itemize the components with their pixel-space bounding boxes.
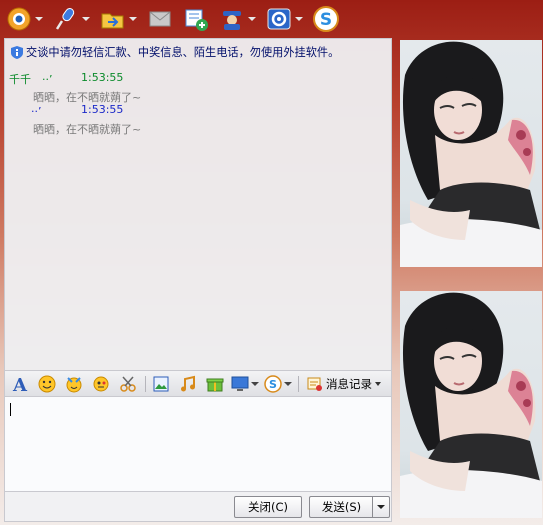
screenshot-button[interactable]: [117, 374, 139, 394]
music-icon: [181, 375, 195, 391]
chevron-down-icon[interactable]: [82, 17, 90, 21]
send-file-button[interactable]: [100, 3, 137, 35]
smiley-icon: [38, 375, 56, 392]
chevron-down-icon[interactable]: [295, 17, 303, 21]
portrait-illustration: [400, 291, 542, 518]
nudge-icon: [93, 376, 109, 391]
webcam-button[interactable]: [6, 3, 43, 35]
chevron-down-icon[interactable]: [129, 17, 137, 21]
toolbar-divider: [298, 375, 299, 392]
music-button[interactable]: [177, 374, 199, 394]
format-toolbar: A S 消息记录: [4, 371, 392, 397]
monitor-icon: [231, 376, 249, 391]
folder-send-icon: [100, 6, 126, 32]
emoji-button[interactable]: [36, 374, 58, 394]
message-sender: ··’: [9, 105, 42, 118]
image-icon: [153, 376, 169, 391]
history-icon: [307, 377, 322, 391]
chevron-down-icon: [375, 381, 381, 386]
chevron-down-icon: [377, 505, 385, 509]
message-input[interactable]: [4, 397, 392, 492]
email-icon: [147, 6, 173, 32]
chevron-down-icon[interactable]: [248, 17, 256, 21]
chat-history[interactable]: 交谈中请勿轻信汇款、中奖信息、陌生电话，勿使用外挂软件。 千千 ··’ 1:53…: [4, 38, 392, 371]
webcam-icon: [6, 6, 32, 32]
agent-button[interactable]: [219, 3, 256, 35]
soso-button[interactable]: S: [313, 3, 339, 35]
toolbar-divider: [145, 375, 146, 392]
send-button-label: 发送(S): [321, 500, 362, 514]
close-button-label: 关闭(C): [247, 500, 288, 514]
nudge-button[interactable]: [90, 374, 112, 394]
email-button[interactable]: [147, 3, 173, 35]
soso-icon: S: [313, 6, 339, 32]
voice-button[interactable]: [53, 3, 90, 35]
magic-emoji-button[interactable]: [63, 374, 85, 394]
scissors-icon: [120, 376, 136, 392]
soso-icon: S: [264, 374, 282, 393]
chevron-down-icon[interactable]: [35, 17, 43, 21]
font-icon: A: [12, 375, 28, 393]
main-toolbar: S: [0, 0, 543, 38]
message-sender: 千千 ··’: [9, 73, 53, 86]
history-label: 消息记录: [326, 376, 372, 391]
message-time: 1:53:55: [81, 103, 124, 116]
shield-icon: [11, 45, 23, 59]
notice-text: 交谈中请勿轻信汇款、中奖信息、陌生电话，勿使用外挂软件。: [26, 46, 340, 59]
send-options-button[interactable]: [372, 496, 390, 518]
security-notice: 交谈中请勿轻信汇款、中奖信息、陌生电话，勿使用外挂软件。: [11, 43, 339, 61]
settings-button[interactable]: [266, 3, 303, 35]
svg-text:A: A: [12, 375, 28, 393]
chevron-down-icon[interactable]: [284, 381, 292, 386]
message-item: ··’ 1:53:55 晒晒，在不晒就蒴了~: [9, 103, 141, 137]
chevron-down-icon[interactable]: [251, 381, 259, 386]
magic-emoji-icon: [66, 376, 82, 392]
microphone-icon: [53, 6, 79, 32]
image-button[interactable]: [150, 374, 172, 394]
contact-show-image: [400, 40, 542, 267]
soso-search-button[interactable]: S: [264, 374, 292, 394]
gift-icon: [206, 378, 224, 391]
portrait-illustration: [400, 40, 542, 267]
close-button[interactable]: 关闭(C): [234, 496, 302, 518]
settings-icon: [266, 6, 292, 32]
gift-button[interactable]: [204, 374, 226, 394]
message-time: 1:53:55: [81, 71, 124, 84]
message-item: 千千 ··’ 1:53:55 晒晒，在不晒就蒴了~: [9, 71, 141, 105]
svg-text:S: S: [320, 10, 332, 30]
add-app-button[interactable]: [183, 3, 209, 35]
message-text: 晒晒，在不晒就蒴了~: [33, 123, 142, 136]
font-button[interactable]: A: [9, 374, 31, 394]
message-history-button[interactable]: 消息记录: [307, 376, 381, 392]
remote-desktop-button[interactable]: [231, 374, 259, 394]
send-button[interactable]: 发送(S): [309, 496, 373, 518]
text-caret: [10, 403, 11, 416]
bottom-bar: 关闭(C) 发送(S): [4, 492, 392, 522]
add-app-icon: [183, 6, 209, 32]
agent-icon: [219, 6, 245, 32]
self-show-image: [400, 291, 542, 518]
svg-text:S: S: [269, 378, 277, 391]
